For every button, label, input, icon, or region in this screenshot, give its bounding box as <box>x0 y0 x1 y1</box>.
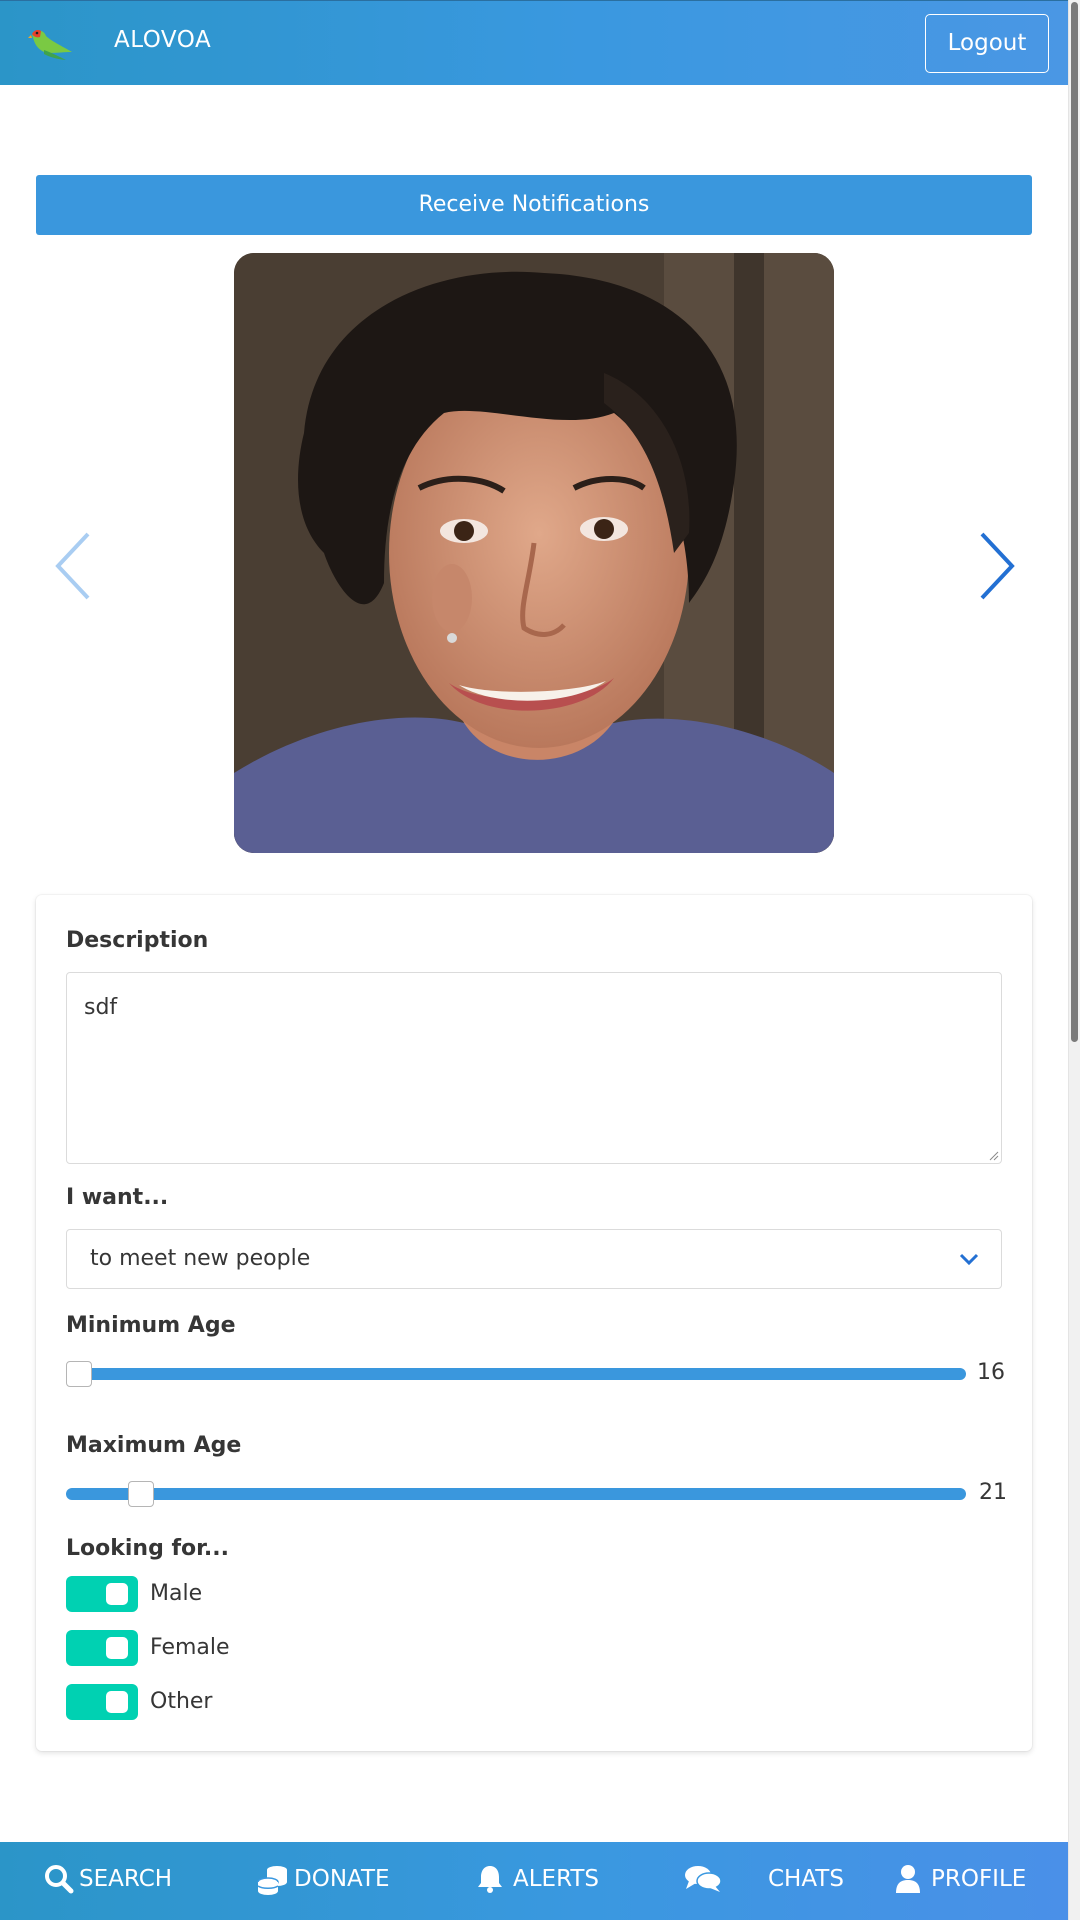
chevron-left-icon[interactable] <box>50 530 96 602</box>
nav-item-alerts[interactable]: ALERTS <box>476 1842 616 1920</box>
switch-female[interactable] <box>66 1630 138 1666</box>
logout-button[interactable]: Logout <box>925 14 1049 73</box>
nav-label-donate: DONATE <box>294 1866 390 1892</box>
switch-label-female: Female <box>150 1635 230 1660</box>
chevron-down-icon <box>959 1253 979 1266</box>
intention-selected-value: to meet new people <box>90 1246 311 1271</box>
nav-item-profile[interactable]: PROFILE <box>895 1842 1035 1920</box>
max-age-value: 21 <box>979 1480 1007 1505</box>
brand-name[interactable]: ALOVOA <box>114 27 211 53</box>
looking-for-label: Looking for... <box>66 1536 229 1561</box>
nav-label-alerts: ALERTS <box>513 1866 600 1892</box>
switch-label-male: Male <box>150 1581 203 1606</box>
switch-other[interactable] <box>66 1684 138 1720</box>
bottom-navbar: SEARCH DONATE ALERTS CHATS PROFILE <box>0 1842 1068 1920</box>
min-age-value: 16 <box>977 1360 1005 1385</box>
nav-label-chats: CHATS <box>768 1866 844 1892</box>
top-navbar: ALOVOA Logout <box>0 0 1068 85</box>
nav-label-profile: PROFILE <box>931 1866 1027 1892</box>
min-age-slider-thumb[interactable] <box>66 1361 92 1387</box>
description-label: Description <box>66 928 209 953</box>
receive-notifications-button[interactable]: Receive Notifications <box>36 175 1032 235</box>
intention-select[interactable]: to meet new people <box>66 1229 1002 1289</box>
max-age-slider-track[interactable] <box>66 1488 966 1500</box>
nav-label-search: SEARCH <box>79 1866 173 1892</box>
parrot-logo-icon[interactable] <box>26 26 74 62</box>
profile-settings-card: Description sdf I want... to meet new pe… <box>36 895 1032 1751</box>
description-textarea[interactable]: sdf <box>66 972 1002 1164</box>
coins-icon <box>257 1866 287 1895</box>
switch-knob <box>106 1691 128 1713</box>
bell-icon <box>478 1866 502 1893</box>
description-text: sdf <box>84 995 118 1020</box>
intention-label: I want... <box>66 1185 169 1210</box>
profile-photo <box>234 253 834 853</box>
max-age-label: Maximum Age <box>66 1433 242 1458</box>
switch-label-other: Other <box>150 1689 213 1714</box>
profile-photo-illustration <box>234 253 834 853</box>
switch-male[interactable] <box>66 1576 138 1612</box>
nav-item-search[interactable]: SEARCH <box>44 1842 184 1920</box>
chat-bubbles-icon <box>685 1866 722 1892</box>
switch-knob <box>106 1583 128 1605</box>
max-age-slider-thumb[interactable] <box>128 1481 155 1507</box>
min-age-slider-track[interactable] <box>66 1368 966 1380</box>
nav-item-donate[interactable]: DONATE <box>257 1842 407 1920</box>
scrollbar-thumb[interactable] <box>1071 2 1078 1042</box>
user-icon <box>896 1865 920 1893</box>
resize-handle-icon[interactable] <box>987 1149 999 1161</box>
nav-item-chats[interactable]: CHATS <box>684 1842 844 1920</box>
switch-knob <box>106 1637 128 1659</box>
min-age-label: Minimum Age <box>66 1313 236 1338</box>
search-icon <box>45 1865 74 1894</box>
chevron-right-icon[interactable] <box>974 530 1020 602</box>
